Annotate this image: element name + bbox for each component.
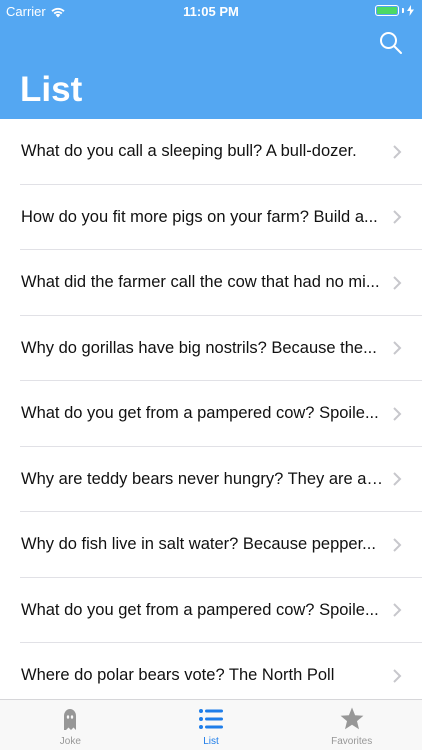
chevron-right-icon [393,603,402,617]
chevron-right-icon [393,407,402,421]
joke-text: What do you get from a pampered cow? Spo… [21,404,379,423]
list-icon [199,709,223,729]
joke-text: What did the farmer call the cow that ha… [21,273,380,292]
joke-row[interactable]: What do you get from a pampered cow? Spo… [0,578,422,644]
chevron-right-icon [393,669,402,683]
tab-joke[interactable]: Joke [0,700,141,750]
chevron-right-icon [393,145,402,159]
joke-row[interactable]: How do you fit more pigs on your farm? B… [0,185,422,251]
star-icon [340,707,364,730]
joke-row[interactable]: Why do gorillas have big nostrils? Becau… [0,316,422,382]
joke-text: What do you call a sleeping bull? A bull… [21,142,357,161]
chevron-right-icon [393,276,402,290]
tab-label: List [203,736,219,747]
joke-row[interactable]: What do you get from a pampered cow? Spo… [0,381,422,447]
page-title: List [20,70,83,109]
joke-text: Why do fish live in salt water? Because … [21,535,376,554]
joke-row[interactable]: Where do polar bears vote? The North Pol… [0,643,422,699]
joke-row[interactable]: What do you call a sleeping bull? A bull… [0,119,422,185]
joke-row[interactable]: What did the farmer call the cow that ha… [0,250,422,316]
charging-bolt-icon [407,5,414,16]
search-icon[interactable] [378,30,404,56]
ghost-icon [64,709,77,730]
battery-indicator [375,5,414,16]
tab-favorites[interactable]: Favorites [281,700,422,750]
battery-level [377,7,397,14]
joke-row[interactable]: Why do fish live in salt water? Because … [0,512,422,578]
joke-text: What do you get from a pampered cow? Spo… [21,600,379,619]
tab-list[interactable]: List [141,700,282,750]
chevron-right-icon [393,210,402,224]
tab-bar: Joke List Favorites [0,699,422,750]
joke-text: How do you fit more pigs on your farm? B… [21,207,378,226]
joke-text: Why do gorillas have big nostrils? Becau… [21,338,377,357]
tab-label: Joke [59,736,81,747]
chevron-right-icon [393,538,402,552]
navigation-header: Carrier 11:05 PM List [0,0,422,119]
joke-row[interactable]: Why are teddy bears never hungry? They a… [0,447,422,513]
chevron-right-icon [393,472,402,486]
joke-list: What do you call a sleeping bull? A bull… [0,119,422,699]
chevron-right-icon [393,341,402,355]
clock: 11:05 PM [183,4,239,19]
status-bar: Carrier 11:05 PM [0,0,422,24]
tab-label: Favorites [331,736,373,747]
battery-icon [375,5,399,16]
battery-tip [402,8,404,13]
joke-text: Where do polar bears vote? The North Pol… [21,666,335,685]
joke-text: Why are teddy bears never hungry? They a… [21,469,383,488]
